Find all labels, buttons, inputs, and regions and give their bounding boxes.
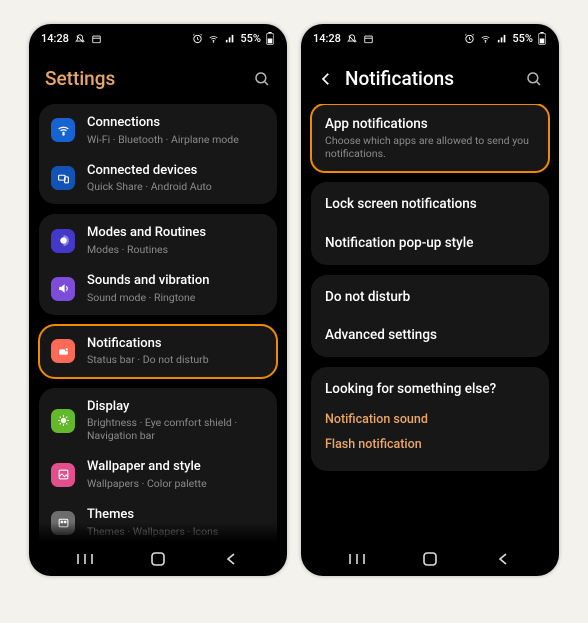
card-connections: Connections Wi-Fi · Bluetooth · Airplane…: [39, 104, 277, 204]
item-lock-screen-notif[interactable]: Lock screen notifications: [311, 182, 549, 226]
nav-bar: [301, 542, 559, 576]
item-do-not-disturb[interactable]: Do not disturb: [311, 275, 549, 319]
alarm-icon: [464, 33, 475, 44]
display-icon: [51, 409, 75, 433]
item-sub: Modes · Routines: [87, 243, 264, 256]
calendar-icon: [91, 34, 102, 44]
status-bar: 14:28 55%: [301, 24, 559, 49]
settings-item-modes[interactable]: Modes and Routines Modes · Routines: [39, 214, 277, 267]
item-title: Notifications: [87, 336, 264, 352]
item-title: Notification pop-up style: [325, 235, 535, 251]
item-title: Display: [87, 399, 264, 415]
item-title: Advanced settings: [325, 327, 535, 343]
item-sub: Quick Share · Android Auto: [87, 180, 264, 193]
wallpaper-icon: [51, 463, 75, 487]
card-app-notifications: App notifications Choose which apps are …: [311, 104, 549, 172]
item-sub: Choose which apps are allowed to send yo…: [325, 134, 535, 160]
sound-icon: [51, 277, 75, 301]
calendar-icon: [363, 34, 374, 44]
item-title: Do not disturb: [325, 289, 535, 305]
alarm-icon: [192, 33, 203, 44]
card-notifications: Notifications Status bar · Do not distur…: [39, 325, 277, 378]
card-notif-group-1: Lock screen notifications Notification p…: [311, 182, 549, 264]
phone-right: 14:28 55% Notifications App notification…: [301, 24, 559, 576]
card-notif-group-2: Do not disturb Advanced settings: [311, 275, 549, 357]
settings-item-sounds[interactable]: Sounds and vibration Sound mode · Ringto…: [39, 267, 277, 315]
nav-home[interactable]: [419, 552, 441, 566]
nav-bar: [29, 542, 287, 576]
nav-home[interactable]: [147, 552, 169, 566]
nav-back[interactable]: [220, 552, 242, 566]
item-app-notifications[interactable]: App notifications Choose which apps are …: [311, 104, 549, 172]
settings-header: Settings: [29, 49, 287, 104]
settings-item-wallpaper[interactable]: Wallpaper and style Wallpapers · Color p…: [39, 453, 277, 501]
card-display: Display Brightness · Eye comfort shield …: [39, 388, 277, 542]
item-sub: Themes · Wallpapers · Icons: [87, 525, 264, 538]
settings-item-connected-devices[interactable]: Connected devices Quick Share · Android …: [39, 157, 277, 205]
item-title: Connected devices: [87, 163, 264, 179]
dnd-off-icon: [73, 34, 87, 44]
related-heading: Looking for something else?: [311, 367, 549, 407]
signal-icon: [224, 34, 236, 44]
notifications-content: App notifications Choose which apps are …: [301, 104, 559, 542]
status-time: 14:28: [313, 32, 341, 45]
settings-item-themes[interactable]: Themes Themes · Wallpapers · Icons: [39, 501, 277, 542]
item-title: Lock screen notifications: [325, 196, 535, 212]
themes-icon: [51, 511, 75, 535]
modes-icon: [51, 229, 75, 253]
nav-back[interactable]: [492, 552, 514, 566]
item-title: App notifications: [325, 116, 535, 132]
wifi-icon: [479, 34, 492, 44]
notifications-header: Notifications: [301, 49, 559, 104]
item-title: Modes and Routines: [87, 225, 264, 241]
battery-icon: [537, 32, 547, 45]
search-icon[interactable]: [525, 70, 543, 88]
notification-icon: [51, 339, 75, 363]
link-flash-notification[interactable]: Flash notification: [311, 432, 549, 457]
status-battery: 55%: [240, 32, 261, 45]
page-title: Notifications: [345, 67, 515, 90]
item-sub: Brightness · Eye comfort shield · Naviga…: [87, 416, 264, 442]
nav-recents[interactable]: [74, 552, 96, 566]
card-related: Looking for something else? Notification…: [311, 367, 549, 471]
item-advanced-settings[interactable]: Advanced settings: [311, 319, 549, 357]
settings-content: Connections Wi-Fi · Bluetooth · Airplane…: [29, 104, 287, 542]
item-title: Connections: [87, 115, 264, 131]
wifi-icon: [207, 34, 220, 44]
item-sub: Status bar · Do not disturb: [87, 353, 264, 366]
dnd-off-icon: [345, 34, 359, 44]
item-sub: Wallpapers · Color palette: [87, 477, 264, 490]
phone-left: 14:28 55% Settings Connections Wi-Fi · B…: [29, 24, 287, 576]
status-battery: 55%: [512, 32, 533, 45]
card-modes: Modes and Routines Modes · Routines Soun…: [39, 214, 277, 314]
status-bar: 14:28 55%: [29, 24, 287, 49]
status-time: 14:28: [41, 32, 69, 45]
item-popup-style[interactable]: Notification pop-up style: [311, 227, 549, 265]
item-sub: Wi-Fi · Bluetooth · Airplane mode: [87, 133, 264, 146]
link-notification-sound[interactable]: Notification sound: [311, 407, 549, 432]
item-sub: Sound mode · Ringtone: [87, 291, 264, 304]
devices-icon: [51, 166, 75, 190]
item-title: Themes: [87, 507, 264, 523]
wifi-icon: [51, 118, 75, 142]
signal-icon: [496, 34, 508, 44]
battery-icon: [265, 32, 275, 45]
settings-item-notifications[interactable]: Notifications Status bar · Do not distur…: [39, 325, 277, 378]
search-icon[interactable]: [253, 70, 271, 88]
nav-recents[interactable]: [346, 552, 368, 566]
settings-item-connections[interactable]: Connections Wi-Fi · Bluetooth · Airplane…: [39, 104, 277, 157]
item-title: Sounds and vibration: [87, 273, 264, 289]
settings-item-display[interactable]: Display Brightness · Eye comfort shield …: [39, 388, 277, 454]
page-title: Settings: [45, 67, 243, 90]
back-icon[interactable]: [317, 70, 335, 88]
item-title: Wallpaper and style: [87, 459, 264, 475]
